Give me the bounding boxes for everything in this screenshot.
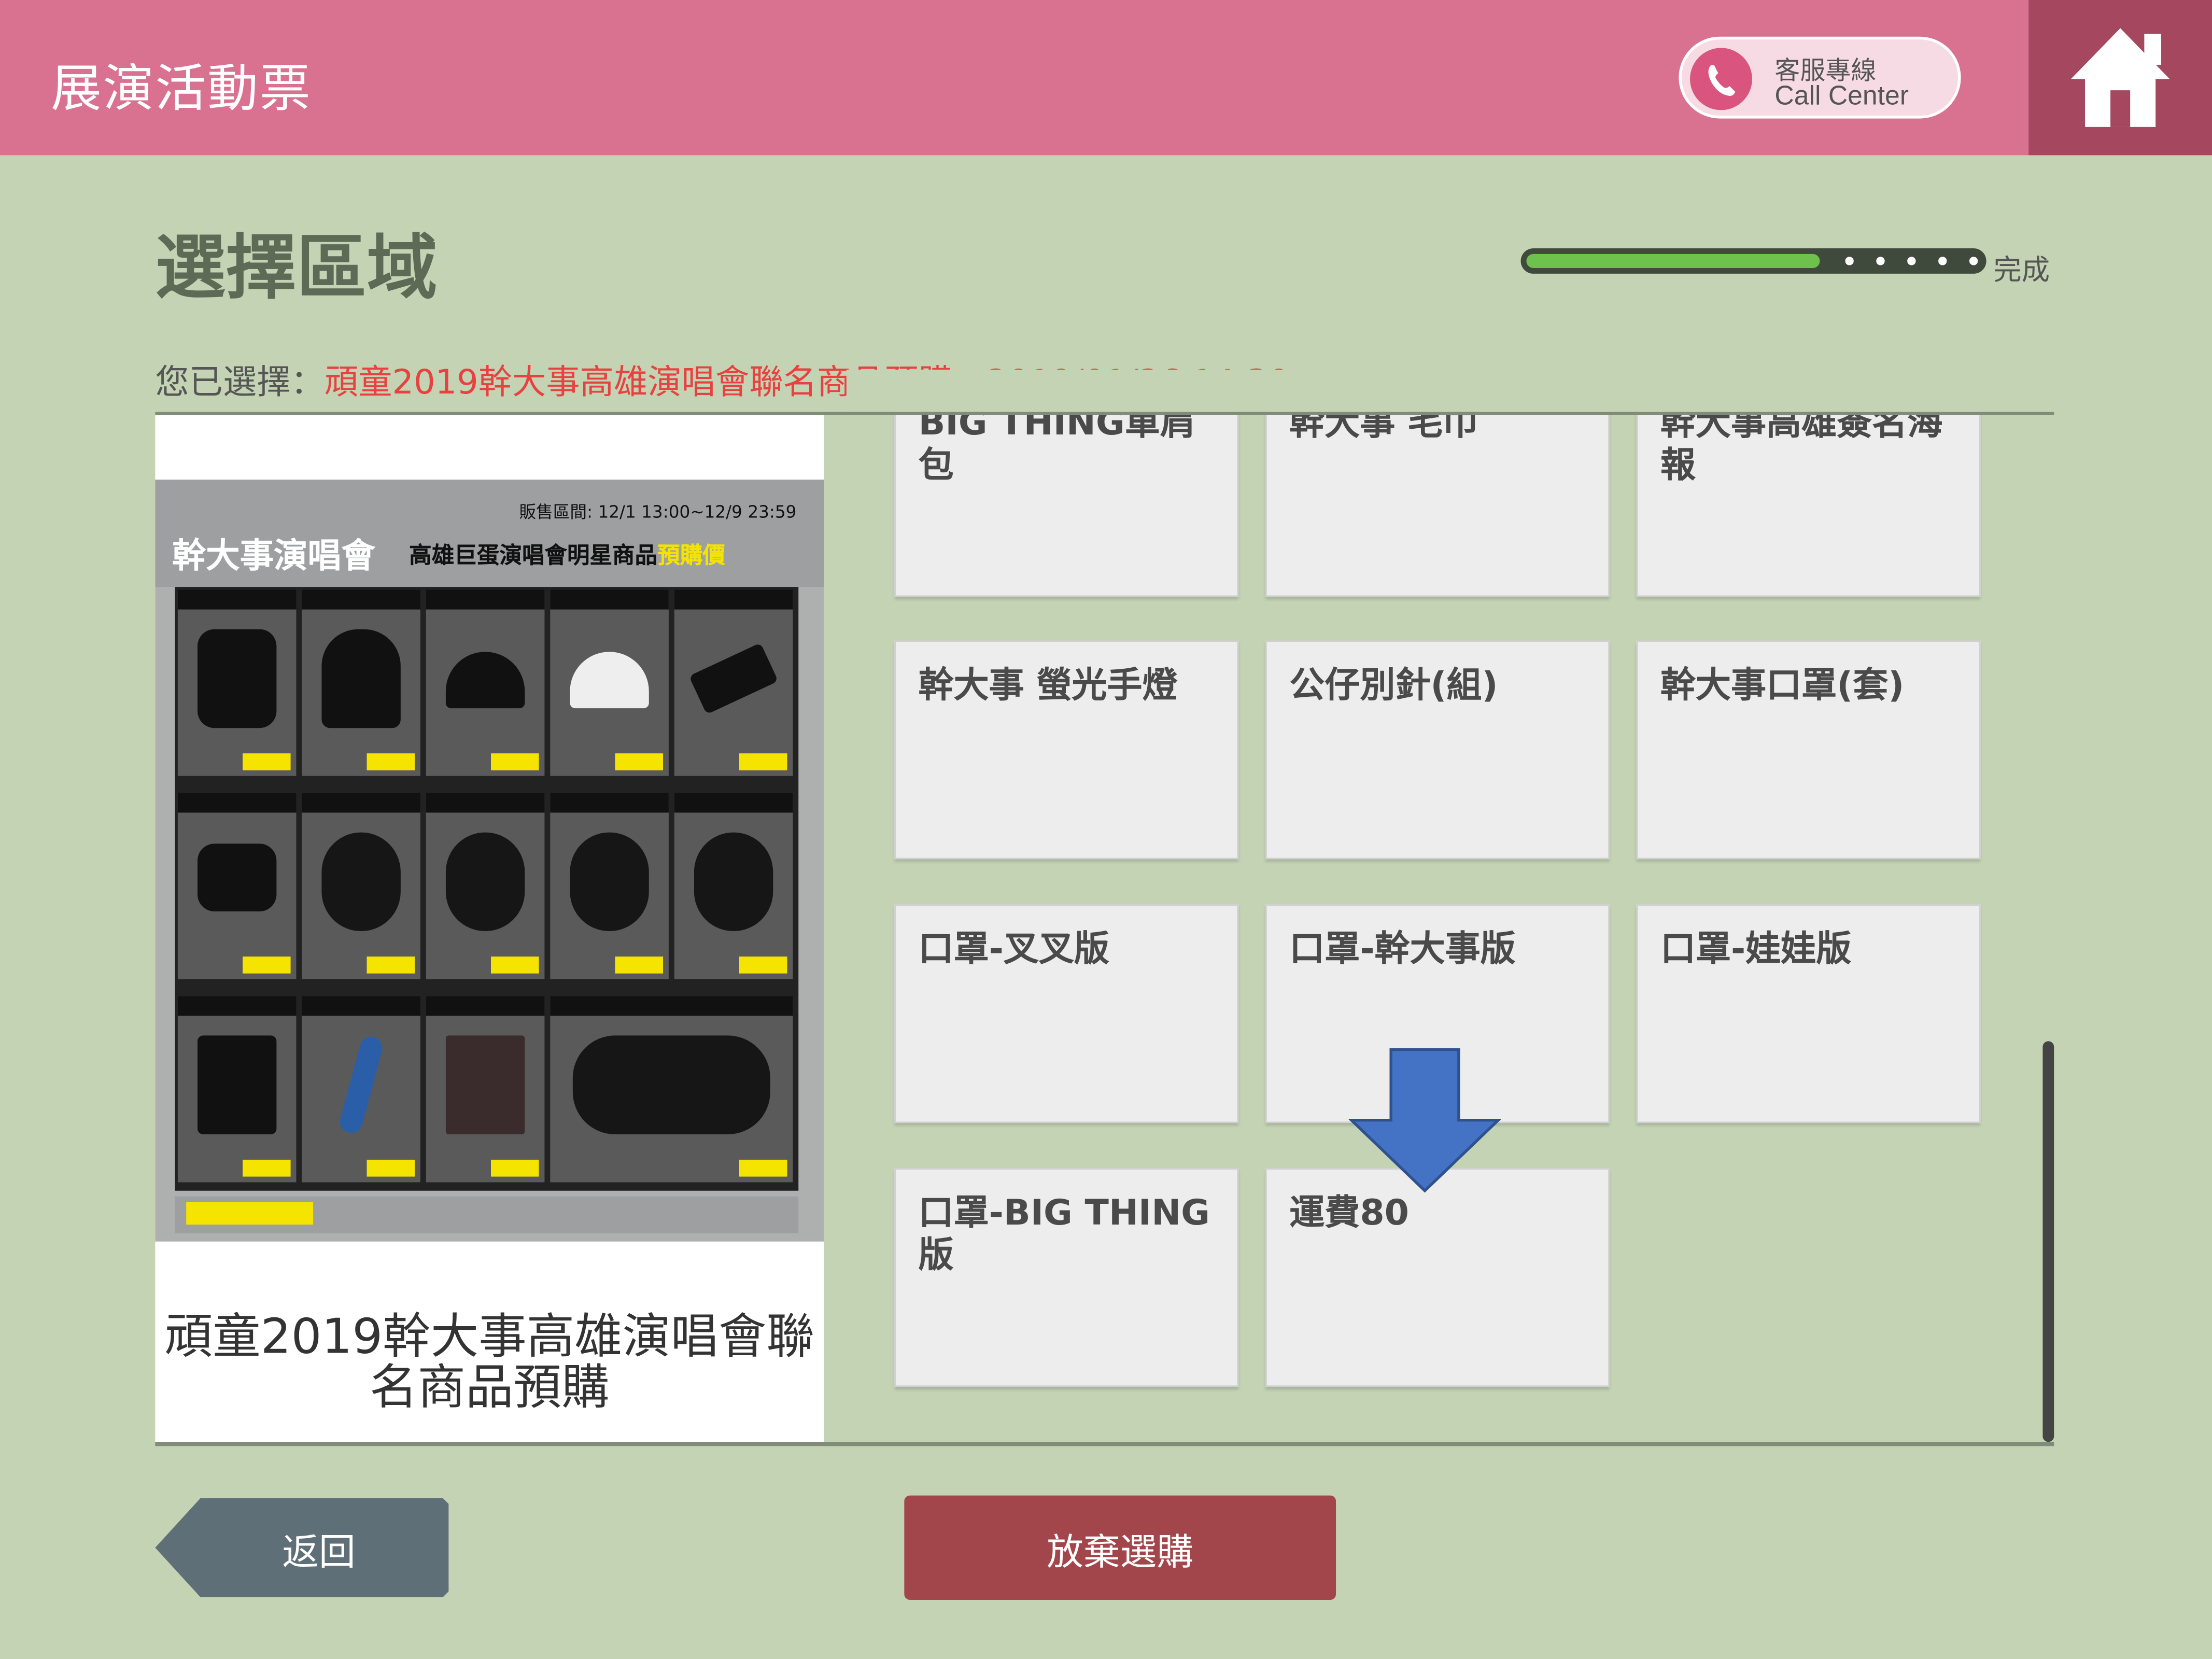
poster-badge: 預購價: [657, 541, 725, 569]
progress-step: [1876, 257, 1885, 265]
divider: [824, 412, 2054, 415]
home-button[interactable]: [2028, 0, 2212, 156]
progress-bar: [1520, 248, 1986, 276]
poster-merch-grid: [175, 587, 799, 1191]
poster-date: 販售區間: 12/1 13:00~12/9 23:59: [519, 502, 797, 522]
page-title: 選擇區域: [155, 227, 438, 309]
poster-merch-cell: [674, 793, 793, 979]
call-center-label-en: Call Center: [1774, 81, 1909, 111]
back-button-label: 返回: [282, 1532, 356, 1574]
progress-step: [1845, 257, 1854, 265]
poster-merch-cell: [550, 589, 669, 776]
area-tile[interactable]: 口罩-BIG THING版: [894, 1168, 1239, 1387]
area-tile-label: 口罩-BIG THING版: [918, 1192, 1210, 1276]
stage: 展演活動票 客服專線 Call Center 選擇區域 完成 您已選擇：頑童20…: [0, 0, 2212, 1659]
area-tile[interactable]: 幹大事口罩(套): [1636, 640, 1981, 860]
poster-merch-cell: [302, 996, 420, 1183]
poster-merch-cell: [426, 589, 545, 776]
abandon-purchase-button[interactable]: 放棄選購: [904, 1495, 1336, 1600]
poster-merch-cell: [674, 589, 793, 776]
scrollbar[interactable]: [2042, 1041, 2054, 1442]
poster-merch-cell: [550, 996, 793, 1183]
area-tile-label: 運費80: [1289, 1192, 1410, 1233]
poster-merch-cell: [426, 793, 545, 979]
area-tile-label: 幹大事口罩(套): [1660, 664, 1905, 706]
product-panel: 販售區間: 12/1 13:00~12/9 23:59 幹大事演唱會 高雄巨蛋演…: [155, 415, 824, 1442]
app-title: 展演活動票: [50, 61, 312, 119]
area-tile[interactable]: 口罩-叉叉版: [894, 904, 1239, 1123]
poster-merch-cell: [177, 996, 297, 1183]
top-bar: 展演活動票 客服專線 Call Center: [0, 0, 2212, 156]
abandon-purchase-label: 放棄選購: [1047, 1532, 1194, 1574]
arrow-down-icon: [1348, 1047, 1502, 1193]
progress-step: [1938, 257, 1947, 265]
selected-label: 您已選擇：: [155, 362, 325, 402]
area-tile[interactable]: 運費80: [1265, 1168, 1610, 1387]
home-icon: [2070, 28, 2170, 127]
area-tile-label: 口罩-娃娃版: [1660, 928, 1852, 969]
product-name: 頑童2019幹大事高雄演唱會聯名商品預購: [164, 1309, 814, 1417]
area-tile[interactable]: 公仔別針(組): [1265, 640, 1610, 860]
call-center-button[interactable]: 客服專線 Call Center: [1679, 36, 1961, 119]
back-button[interactable]: 返回: [152, 1496, 452, 1600]
progress-done-label: 完成: [1993, 252, 2050, 287]
area-tile-label: 幹大事 螢光手燈: [918, 664, 1178, 706]
poster-title: 幹大事演唱會: [172, 536, 375, 576]
poster-subtitle: 高雄巨蛋演唱會明星商品預購價: [409, 541, 725, 569]
poster-merch-cell: [302, 793, 420, 979]
phone-icon: [1690, 48, 1752, 110]
area-tile[interactable]: 口罩-娃娃版: [1636, 904, 1981, 1123]
poster-merch-cell: [177, 793, 297, 979]
area-tile-label: 口罩-幹大事版: [1289, 928, 1516, 969]
divider: [155, 1442, 2054, 1446]
progress-fill: [1526, 254, 1820, 269]
area-tile-label: 口罩-叉叉版: [918, 928, 1110, 969]
product-poster: 販售區間: 12/1 13:00~12/9 23:59 幹大事演唱會 高雄巨蛋演…: [155, 480, 824, 1242]
poster-merch-cell: [177, 589, 297, 776]
poster-merch-cell: [550, 793, 669, 979]
area-tile-label: 公仔別針(組): [1289, 664, 1498, 706]
area-tile[interactable]: 幹大事 螢光手燈: [894, 640, 1239, 860]
poster-merch-cell: [302, 589, 420, 776]
progress-step: [1907, 257, 1916, 265]
progress-step: [1969, 257, 1978, 265]
poster-merch-cell: [426, 996, 545, 1183]
